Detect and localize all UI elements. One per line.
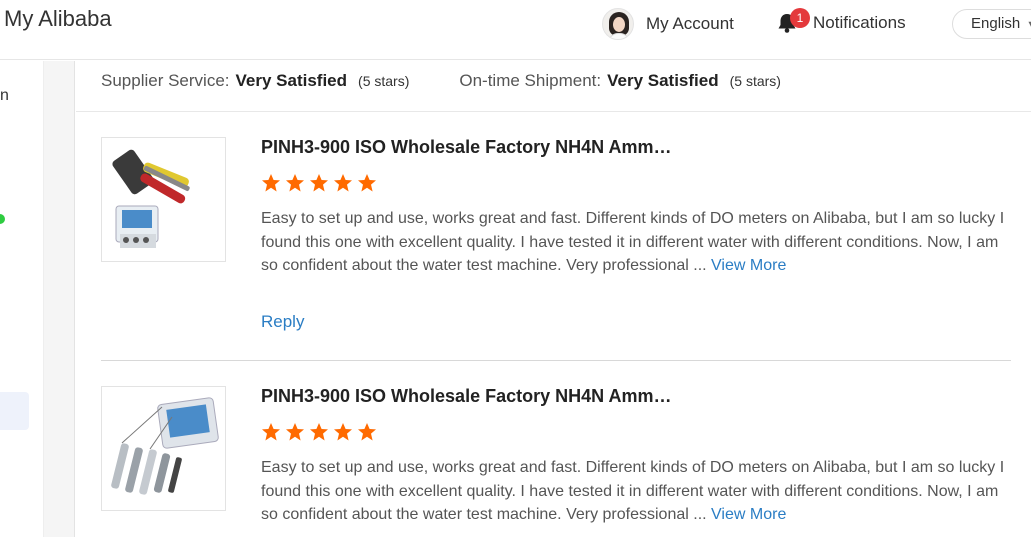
star-icon — [262, 423, 280, 441]
content-gutter — [44, 61, 75, 537]
view-more-link[interactable]: View More — [711, 257, 786, 274]
left-sidebar: n — [0, 61, 44, 537]
reply-link[interactable]: Reply — [261, 312, 304, 332]
review-product-title[interactable]: PINH3-900 ISO Wholesale Factory NH4N Amm… — [261, 386, 671, 407]
status-dot — [0, 214, 5, 224]
review-product-title[interactable]: PINH3-900 ISO Wholesale Factory NH4N Amm… — [261, 137, 671, 158]
review-text: Easy to set up and use, works great and … — [261, 207, 1007, 278]
supplier-service-label: Supplier Service: — [101, 71, 230, 90]
language-value: English — [971, 15, 1021, 32]
review-body: Easy to set up and use, works great and … — [261, 210, 1005, 274]
star-icon — [286, 423, 304, 441]
star-icon — [310, 423, 328, 441]
my-account-link[interactable]: My Account — [602, 8, 734, 40]
review-rating-stars — [261, 173, 381, 193]
star-icon — [262, 174, 280, 192]
supplier-service-value: Very Satisfied — [235, 71, 348, 90]
review-divider — [101, 360, 1011, 361]
view-more-link[interactable]: View More — [711, 506, 786, 523]
product-thumbnail[interactable] — [101, 386, 226, 511]
bell-icon: 1 — [776, 8, 810, 34]
star-icon — [334, 174, 352, 192]
supplier-service-stars: (5 stars) — [358, 73, 410, 89]
star-icon — [310, 174, 328, 192]
shipment-stars: (5 stars) — [729, 73, 781, 89]
review-rating-stars — [261, 422, 381, 442]
notifications-link[interactable]: 1 Notifications — [776, 8, 906, 33]
review-body: Easy to set up and use, works great and … — [261, 459, 1005, 523]
divider — [76, 111, 1031, 112]
my-account-label: My Account — [646, 14, 734, 33]
chevron-down-icon: ▼ — [1026, 19, 1031, 31]
brand-title[interactable]: My Alibaba — [4, 6, 112, 32]
star-icon — [358, 174, 376, 192]
review-text: Easy to set up and use, works great and … — [261, 456, 1007, 527]
notifications-label: Notifications — [813, 13, 906, 32]
star-icon — [358, 423, 376, 441]
notification-count-badge: 1 — [790, 8, 810, 28]
sidebar-item-partial[interactable]: n — [0, 87, 9, 105]
sidebar-item-active[interactable] — [0, 392, 29, 430]
star-icon — [286, 174, 304, 192]
star-icon — [334, 423, 352, 441]
language-selector[interactable]: English ▼ — [952, 9, 1031, 39]
top-header: My Alibaba My Account 1 Notifications En… — [0, 0, 1031, 60]
avatar[interactable] — [602, 8, 634, 40]
ratings-summary: Supplier Service: Very Satisfied (5 star… — [101, 71, 781, 91]
product-thumbnail[interactable] — [101, 137, 226, 262]
shipment-label: On-time Shipment: — [459, 71, 602, 90]
shipment-value: Very Satisfied — [607, 71, 719, 90]
